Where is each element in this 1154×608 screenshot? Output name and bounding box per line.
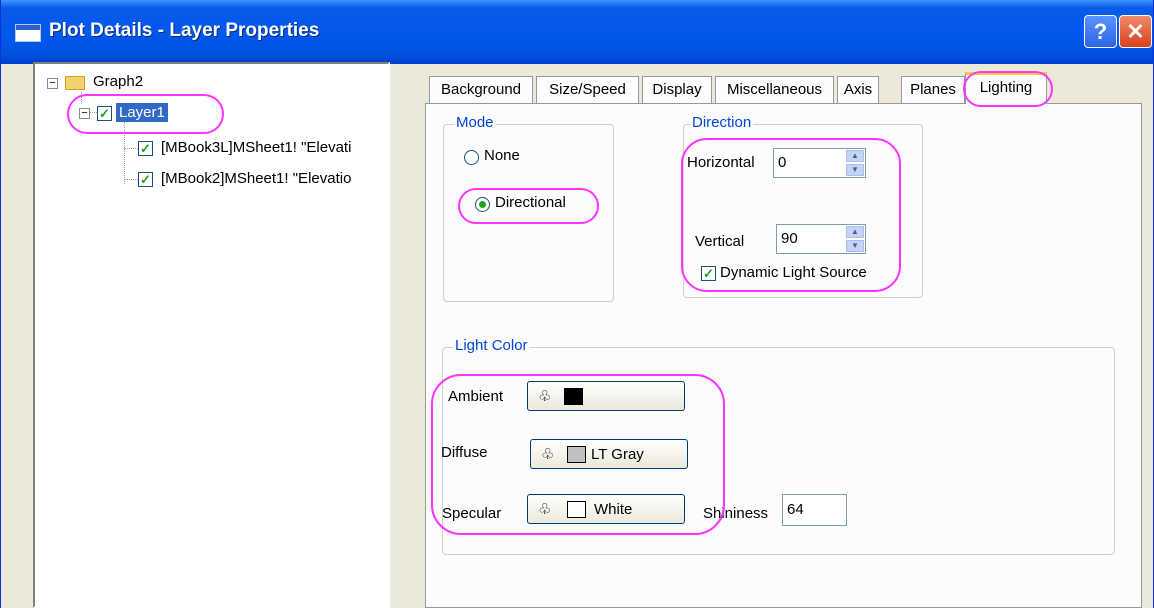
shininess-value[interactable]: 64 — [787, 501, 804, 518]
help-icon: ? — [1093, 19, 1108, 44]
highlight-layer1 — [67, 94, 224, 134]
highlight-light-colors — [431, 374, 725, 535]
tab-miscellaneous[interactable]: Miscellaneous — [715, 76, 834, 103]
light-color-legend: Light Color — [453, 337, 530, 354]
plot1-checkbox[interactable]: ✓ — [138, 141, 153, 156]
tab-background[interactable]: Background — [429, 76, 533, 103]
tree-item-graph2[interactable]: Graph2 — [93, 73, 143, 90]
help-button[interactable]: ? — [1084, 15, 1117, 48]
tree-line — [124, 148, 138, 149]
window-title: Plot Details - Layer Properties — [49, 20, 320, 41]
close-button[interactable]: ✕ — [1119, 15, 1152, 48]
plot-details-window: Plot Details - Layer Properties ? ✕ − Gr… — [0, 0, 1154, 608]
layer-tree[interactable]: − Graph2 − ✓ Layer1 ✓ [MBook3L]MSheet1! … — [33, 62, 390, 608]
title-bar[interactable]: Plot Details - Layer Properties ? ✕ — [1, 0, 1153, 64]
tab-axis[interactable]: Axis — [837, 76, 879, 103]
shininess-input[interactable]: 64 — [782, 494, 847, 526]
tab-size-speed[interactable]: Size/Speed — [536, 76, 639, 103]
highlight-direction — [681, 138, 901, 292]
highlight-lighting-tab — [963, 71, 1053, 107]
direction-legend: Direction — [690, 114, 754, 131]
tree-item-plot2[interactable]: [MBook2]MSheet1! "Elevatio — [161, 170, 351, 187]
mode-legend: Mode — [454, 114, 496, 131]
highlight-directional — [458, 188, 599, 224]
folder-icon — [65, 76, 85, 90]
tree-line — [124, 179, 138, 180]
plot2-checkbox[interactable]: ✓ — [138, 172, 153, 187]
tree-item-plot1[interactable]: [MBook3L]MSheet1! "Elevati — [161, 139, 351, 156]
collapse-graph2-icon[interactable]: − — [47, 78, 58, 89]
tab-display[interactable]: Display — [642, 76, 712, 103]
close-icon: ✕ — [1126, 19, 1145, 44]
window-icon — [15, 24, 41, 42]
radio-none[interactable] — [464, 150, 479, 165]
tab-planes[interactable]: Planes — [901, 76, 965, 103]
radio-none-label[interactable]: None — [484, 147, 520, 164]
